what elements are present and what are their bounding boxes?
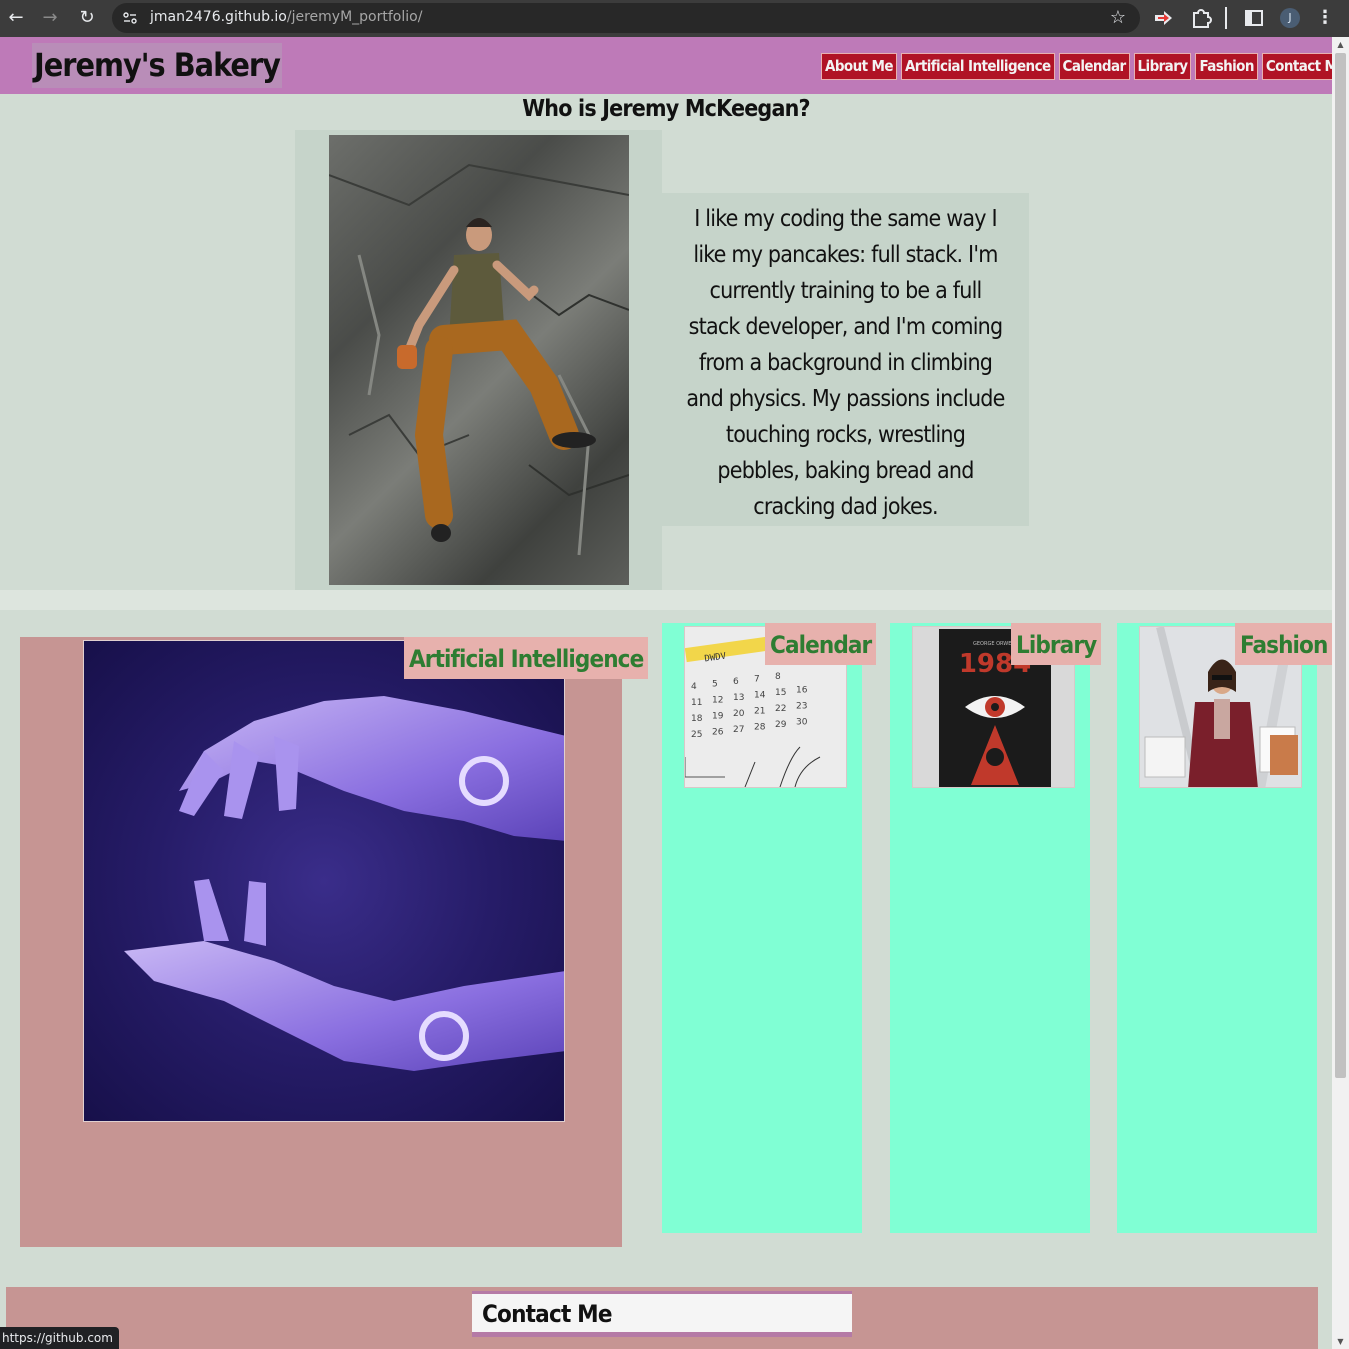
back-arrow-icon[interactable]: ← xyxy=(2,4,30,32)
url-host: jman2476.github.io xyxy=(150,9,287,25)
fashion-card-label[interactable]: Fashion xyxy=(1235,623,1332,665)
calendar-day-number: 25 xyxy=(691,730,702,740)
site-info-icon[interactable] xyxy=(122,10,138,26)
climber-illustration xyxy=(329,163,629,556)
nav-about-me[interactable]: About Me xyxy=(821,53,897,80)
side-panel-icon[interactable] xyxy=(1241,5,1267,31)
toolbar-divider xyxy=(1225,7,1227,29)
contact-heading: Contact Me xyxy=(482,1300,613,1328)
calendar-day-number: 22 xyxy=(775,704,786,714)
url-text: jman2476.github.io/jeremyM_portfolio/ xyxy=(150,9,422,25)
nav-library[interactable]: Library xyxy=(1133,53,1192,80)
ai-card-label[interactable]: Artificial Intelligence xyxy=(404,637,649,679)
url-path: /jeremyM_portfolio/ xyxy=(286,9,423,25)
browser-toolbar: ← → ↻ jman2476.github.io/jeremyM_portfol… xyxy=(0,0,1349,37)
robot-hands-image xyxy=(83,640,565,1122)
site-nav: About Me Artificial Intelligence Calenda… xyxy=(821,53,1332,80)
browser-menu-icon[interactable]: ⋮ xyxy=(1316,4,1334,32)
project-card-library[interactable]: GEORGE ORWELL 1984 Library xyxy=(890,623,1102,1233)
calendar-day-number: 18 xyxy=(691,714,703,724)
nav-fashion[interactable]: Fashion xyxy=(1195,53,1258,80)
scroll-down-arrow-icon[interactable]: ▼ xyxy=(1336,1337,1345,1346)
calendar-day-number: 4 xyxy=(691,682,697,692)
calendar-day-number: 13 xyxy=(733,693,744,703)
site-brand[interactable]: Jeremy's Bakery xyxy=(32,43,282,88)
project-card-fashion[interactable]: Fashion xyxy=(1117,623,1332,1233)
scroll-up-arrow-icon[interactable]: ▲ xyxy=(1336,40,1345,49)
calendar-day-number: 5 xyxy=(712,680,718,690)
calendar-day-number: 30 xyxy=(796,718,808,728)
calendar-day-number: 6 xyxy=(733,677,739,687)
contact-section: Contact Me xyxy=(6,1287,1318,1349)
calendar-day-number: 19 xyxy=(712,712,724,722)
calendar-day-number: 8 xyxy=(775,672,781,682)
calendar-day-number: 21 xyxy=(754,707,765,717)
bookmark-star-icon[interactable]: ☆ xyxy=(1110,7,1126,28)
nav-contact-me[interactable]: Contact Me xyxy=(1261,53,1332,80)
calendar-day-number: 29 xyxy=(775,720,787,730)
site-header: Jeremy's Bakery About Me Artificial Inte… xyxy=(0,37,1332,94)
forward-arrow-icon[interactable]: → xyxy=(36,4,64,32)
section-divider xyxy=(0,590,1332,610)
extensions-puzzle-icon[interactable] xyxy=(1188,5,1214,31)
calendar-day-number: 15 xyxy=(775,688,786,698)
calendar-day-number: 14 xyxy=(754,691,766,701)
calendar-day-number: 11 xyxy=(691,698,702,708)
calendar-day-number: 16 xyxy=(796,686,808,696)
calendar-day-number: 7 xyxy=(754,675,760,685)
web-page: Jeremy's Bakery About Me Artificial Inte… xyxy=(0,37,1332,1349)
calendar-day-number: 20 xyxy=(733,709,745,719)
calendar-day-number: 28 xyxy=(754,723,766,733)
calendar-day-number: 27 xyxy=(733,725,744,735)
project-card-ai[interactable]: Artificial Intelligence xyxy=(20,637,649,1247)
reload-icon[interactable]: ↻ xyxy=(73,4,101,32)
scroll-thumb[interactable] xyxy=(1335,53,1346,1078)
nav-calendar[interactable]: Calendar xyxy=(1058,53,1130,80)
extension-arrow-icon[interactable] xyxy=(1150,5,1176,31)
calendar-weekdays: DWDV xyxy=(704,652,727,665)
library-card-label[interactable]: Library xyxy=(1011,623,1102,665)
page-scrollbar[interactable]: ▲ ▼ xyxy=(1332,37,1349,1349)
profile-avatar[interactable]: J xyxy=(1280,8,1300,28)
robot-hands-illustration xyxy=(124,696,564,1071)
climbing-photo xyxy=(329,135,629,585)
link-status-tooltip: https://github.com xyxy=(0,1327,119,1349)
calendar-day-number: 23 xyxy=(796,702,807,712)
address-bar[interactable]: jman2476.github.io/jeremyM_portfolio/ ☆ xyxy=(112,3,1140,33)
bio-text: I like my coding the same way I like my … xyxy=(662,193,1029,526)
about-heading: Who is Jeremy McKeegan? xyxy=(522,96,810,122)
calendar-day-number: 26 xyxy=(712,728,724,738)
calendar-day-number: 12 xyxy=(712,696,723,706)
calendar-card-label[interactable]: Calendar xyxy=(765,623,877,665)
nav-artificial-intelligence[interactable]: Artificial Intelligence xyxy=(900,53,1055,80)
contact-box: Contact Me xyxy=(472,1291,852,1337)
project-card-calendar[interactable]: DWDV 4 5 6 7 8 11 12 13 14 15 16 18 19 20 21 22 23 25 26 27… xyxy=(662,623,877,1233)
